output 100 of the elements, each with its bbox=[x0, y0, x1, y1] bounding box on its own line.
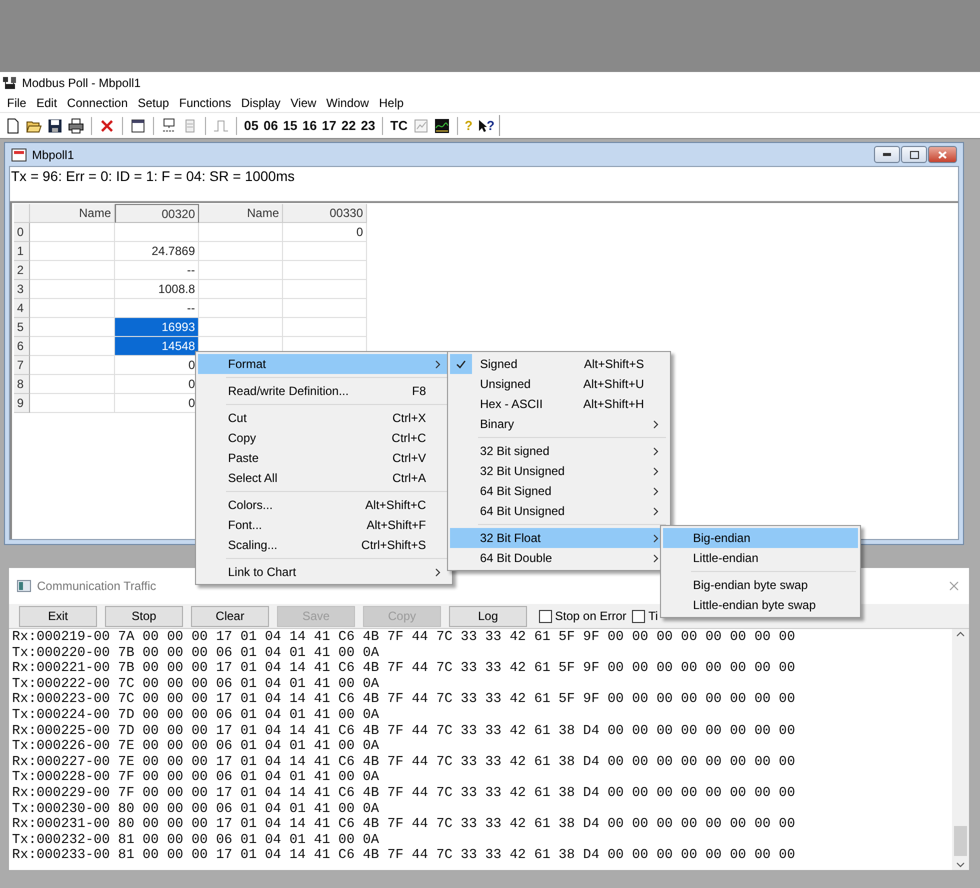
row-header: 4 bbox=[14, 299, 30, 318]
menu-item[interactable]: Scaling... Ctrl+Shift+S bbox=[198, 535, 450, 555]
printer-icon[interactable] bbox=[67, 116, 85, 136]
close-button[interactable] bbox=[928, 146, 957, 163]
log-line: Rx:000225-00 7D 00 00 00 17 01 04 14 41 C6 4B 7F 44 7C 33 33 42 61 38 D4 00 00 00 00 00 00 00 00 bbox=[12, 724, 796, 740]
log-line: Tx:000228-00 7F 00 00 00 06 01 04 01 41 00 0A bbox=[12, 770, 380, 786]
table-cell[interactable]: 16993 bbox=[115, 318, 198, 336]
table-cell[interactable]: 0 bbox=[115, 375, 198, 393]
log-line: Tx:000222-00 7C 00 00 00 06 01 04 01 41 00 0A bbox=[12, 676, 380, 692]
table-cell-text: 0 bbox=[355, 224, 364, 241]
table-cell[interactable]: 1008.8 bbox=[115, 280, 198, 298]
table-cell[interactable]: 0 bbox=[115, 394, 198, 412]
log-line: Tx:000232-00 81 00 00 00 06 01 04 01 41 00 0A bbox=[12, 832, 380, 848]
menu-item[interactable]: 64 Bit Unsigned bbox=[450, 501, 668, 521]
menu-item[interactable]: Little-endian bbox=[663, 548, 858, 568]
function-code-button[interactable]: 16 bbox=[301, 116, 318, 136]
table-cell[interactable]: 24.7869 bbox=[115, 242, 198, 260]
menu-item[interactable]: Binary bbox=[450, 414, 668, 434]
minimize-button[interactable] bbox=[874, 146, 900, 163]
menu-item[interactable]: Copy Ctrl+C bbox=[198, 428, 450, 448]
menu-item[interactable]: Hex - ASCII Alt+Shift+H bbox=[450, 394, 668, 414]
log-line: Rx:000227-00 7E 00 00 00 17 01 04 14 41 C6 4B 7F 44 7C 33 33 42 61 38 D4 00 00 00 00 00 00 00 00 bbox=[12, 754, 796, 770]
function-code-button[interactable]: 17 bbox=[320, 116, 338, 136]
window-title: Modbus Poll - Mbpoll1 bbox=[22, 76, 141, 90]
scrollbar[interactable] bbox=[952, 629, 969, 870]
table-cell[interactable]: -- bbox=[115, 261, 198, 279]
close-icon bbox=[938, 150, 947, 158]
toolbar-button[interactable]: Log bbox=[449, 606, 527, 626]
column-header: Name bbox=[30, 204, 115, 223]
minimize-icon bbox=[883, 153, 891, 156]
log-line: Tx:000224-00 7D 00 00 00 06 01 04 01 41 00 0A bbox=[12, 708, 380, 724]
function-code-button[interactable]: 06 bbox=[262, 116, 279, 136]
menu-item[interactable]: Edit bbox=[31, 96, 62, 110]
menu-item[interactable]: Colors... Alt+Shift+C bbox=[198, 495, 450, 515]
log-line: Tx:000230-00 80 00 00 00 06 01 04 01 41 00 0A bbox=[12, 802, 380, 818]
menu-item[interactable]: Unsigned Alt+Shift+U bbox=[450, 374, 668, 394]
log-line: Rx:000229-00 7F 00 00 00 17 01 04 14 41 C6 4B 7F 44 7C 33 33 42 61 38 D4 00 00 00 00 00 00 00 00 bbox=[12, 786, 796, 802]
menu-item[interactable]: Window bbox=[321, 96, 374, 110]
scroll-thumb[interactable] bbox=[954, 826, 967, 856]
maximize-button[interactable] bbox=[901, 146, 927, 163]
log-line: Rx:000223-00 7C 00 00 00 17 01 04 14 41 C6 4B 7F 44 7C 33 33 42 61 5F 9F 00 00 00 00 00 00 00 00 bbox=[12, 692, 796, 708]
function-code-button[interactable]: 15 bbox=[282, 116, 298, 136]
app-icon bbox=[2, 76, 18, 90]
table-cell[interactable]: 0 bbox=[115, 356, 198, 374]
checkbox[interactable]: Stop on Error bbox=[539, 609, 626, 623]
log-line: Rx:000221-00 7B 00 00 00 17 01 04 14 41 C6 4B 7F 44 7C 33 33 42 61 5F 9F 00 00 00 00 00 00 00 00 bbox=[12, 661, 796, 677]
menu-item[interactable]: Help bbox=[374, 96, 409, 110]
log-line: Tx:000220-00 7B 00 00 00 06 01 04 01 41 00 0A bbox=[12, 646, 380, 662]
menu-item[interactable]: Paste Ctrl+V bbox=[198, 448, 450, 468]
table-cell[interactable]: -- bbox=[115, 299, 198, 317]
row-header: 7 bbox=[14, 356, 30, 375]
maximize-icon bbox=[910, 150, 918, 158]
function-code-button[interactable]: 05 bbox=[243, 116, 260, 136]
log-line: Rx:000219-00 7A 00 00 00 17 01 04 14 41 C6 4B 7F 44 7C 33 33 42 61 5F 9F 00 00 00 00 00 00 00 00 bbox=[12, 630, 796, 646]
menu-item[interactable]: Big-endian byte swap bbox=[663, 575, 858, 595]
menu-item[interactable]: Link to Chart bbox=[198, 562, 450, 582]
row-header: 5 bbox=[14, 318, 30, 337]
menu-item[interactable]: Cut Ctrl+X bbox=[198, 408, 450, 428]
table-cell[interactable]: 14548 bbox=[115, 337, 198, 355]
menu-item[interactable]: Little-endian byte swap bbox=[663, 595, 858, 615]
menu-item[interactable]: 32 Bit signed bbox=[450, 441, 668, 461]
row-header: 3 bbox=[14, 280, 30, 299]
menu-item[interactable]: 32 Bit Unsigned bbox=[450, 461, 668, 481]
log-line: Rx:000231-00 80 00 00 00 17 01 04 14 41 C6 4B 7F 44 7C 33 33 42 61 38 D4 00 00 00 00 00 00 00 00 bbox=[12, 817, 796, 833]
menu-item[interactable]: File bbox=[2, 96, 32, 110]
check-icon bbox=[456, 360, 466, 368]
menu-item[interactable]: Read/write Definition... F8 bbox=[198, 381, 450, 401]
column-header: 00320 bbox=[115, 204, 199, 223]
log-line: Rx:000233-00 81 00 00 00 17 01 04 14 41 C6 4B 7F 44 7C 33 33 42 61 38 D4 00 00 00 00 00 00 00 00 bbox=[12, 848, 796, 864]
menu-item[interactable]: Big-endian bbox=[663, 528, 858, 548]
row-header: 6 bbox=[14, 337, 30, 356]
menu-item[interactable]: Functions bbox=[174, 96, 236, 110]
checkbox[interactable]: Ti bbox=[632, 609, 658, 623]
menu-item[interactable]: Display bbox=[236, 96, 286, 110]
function-code-button[interactable]: 23 bbox=[360, 116, 376, 136]
menu-item[interactable]: Font... Alt+Shift+F bbox=[198, 515, 450, 535]
menu-item[interactable]: View bbox=[286, 96, 322, 110]
window-title: Communication Traffic bbox=[37, 579, 156, 593]
toolbar-button[interactable]: Exit bbox=[19, 606, 97, 626]
toolbar-button[interactable]: Stop bbox=[105, 606, 183, 626]
document-icon bbox=[11, 148, 27, 162]
corner-cell bbox=[14, 204, 30, 223]
menu-item[interactable]: Select All Ctrl+A bbox=[198, 468, 450, 488]
menu-item[interactable]: Setup bbox=[132, 96, 174, 110]
status-text: Tx = 96: Err = 0: ID = 1: F = 04: SR = 1000ms bbox=[10, 167, 958, 202]
menu-item[interactable]: Format bbox=[198, 354, 450, 374]
close-icon[interactable] bbox=[949, 581, 959, 591]
row-header: 2 bbox=[14, 261, 30, 280]
row-header: 0 bbox=[14, 223, 30, 242]
toolbar-button[interactable]: Clear bbox=[191, 606, 269, 626]
menu-item[interactable]: Connection bbox=[62, 96, 133, 110]
scroll-down-icon bbox=[956, 860, 965, 870]
row-header: 9 bbox=[14, 394, 30, 413]
function-code-button[interactable]: 22 bbox=[340, 116, 357, 136]
row-header: 8 bbox=[14, 375, 30, 394]
menu-item[interactable]: Signed Alt+Shift+S bbox=[450, 354, 668, 374]
menu-item[interactable]: 64 Bit Signed bbox=[450, 481, 668, 501]
context-help-button[interactable]: ? bbox=[476, 116, 496, 136]
tc-button[interactable]: TC bbox=[389, 116, 409, 136]
column-header: Name bbox=[199, 204, 283, 223]
